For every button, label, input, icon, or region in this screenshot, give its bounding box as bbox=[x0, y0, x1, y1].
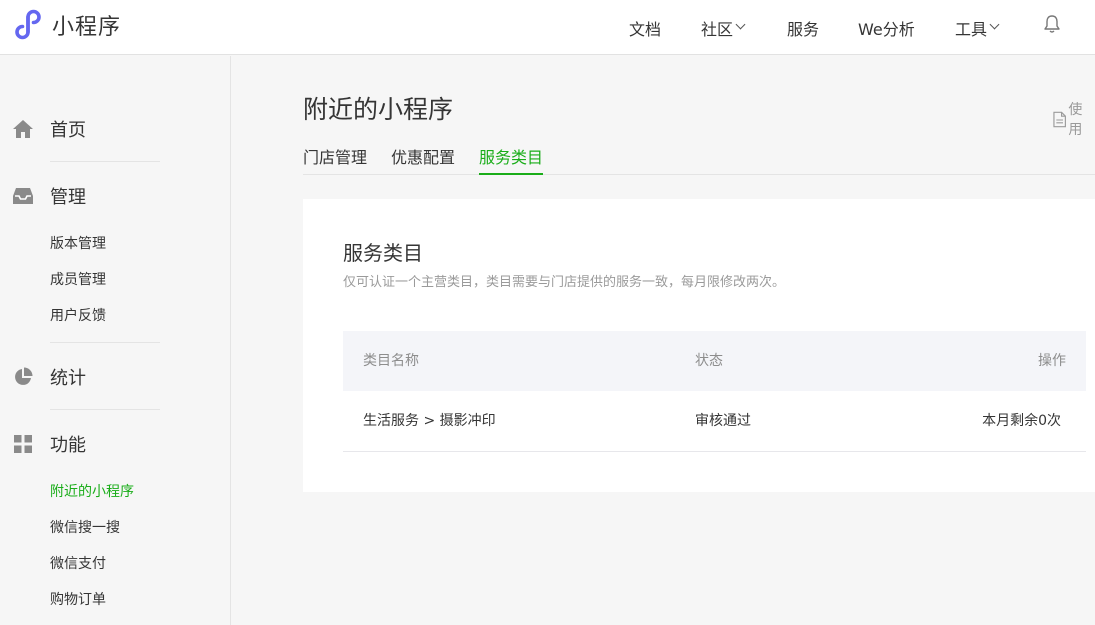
divider bbox=[50, 409, 160, 410]
document-icon bbox=[1053, 111, 1066, 127]
usage-doc-link[interactable]: 使用 bbox=[1053, 99, 1095, 139]
sidebar-item-stats[interactable]: 统计 bbox=[0, 362, 86, 392]
sidebar-subitem-members[interactable]: 成员管理 bbox=[50, 270, 106, 290]
grid-icon bbox=[12, 433, 34, 455]
sidebar-subitem-feedback[interactable]: 用户反馈 bbox=[50, 306, 106, 326]
inbox-icon bbox=[12, 185, 34, 207]
divider bbox=[50, 342, 160, 343]
nav-we-analytics-label: We分析 bbox=[858, 19, 915, 39]
service-category-panel: 服务类目 仅可认证一个主营类目，类目需要与门店提供的服务一致，每月限修改两次。 … bbox=[303, 199, 1095, 492]
column-header-category: 类目名称 bbox=[363, 353, 419, 369]
nav-services-label: 服务 bbox=[787, 19, 820, 39]
section-description: 仅可认证一个主营类目，类目需要与门店提供的服务一致，每月限修改两次。 bbox=[343, 275, 786, 290]
sidebar-subitem-nearby-miniprogram[interactable]: 附近的小程序 bbox=[50, 482, 134, 502]
section-title: 服务类目 bbox=[343, 241, 423, 265]
usage-doc-label: 使用 bbox=[1068, 102, 1083, 138]
divider bbox=[50, 161, 160, 162]
cell-action: 本月剩余0次 bbox=[982, 413, 1061, 429]
tab-service-category[interactable]: 服务类目 bbox=[479, 144, 544, 175]
bell-icon[interactable] bbox=[1043, 14, 1061, 34]
chevron-down-icon bbox=[735, 19, 746, 30]
sidebar-item-home[interactable]: 首页 bbox=[0, 114, 86, 144]
top-header: 小程序 文档 社区 服务 We分析 工具 bbox=[0, 0, 1095, 55]
sidebar-subitem-version[interactable]: 版本管理 bbox=[50, 234, 106, 254]
sidebar-item-label: 统计 bbox=[50, 368, 86, 389]
tab-store-management[interactable]: 门店管理 bbox=[303, 144, 367, 175]
nav-community[interactable]: 社区 bbox=[701, 0, 746, 55]
sidebar-subitem-wechat-pay[interactable]: 微信支付 bbox=[50, 554, 106, 574]
nav-docs[interactable]: 文档 bbox=[629, 0, 661, 55]
nav-docs-label: 文档 bbox=[629, 19, 662, 39]
logo[interactable]: 小程序 bbox=[12, 8, 121, 42]
logo-text: 小程序 bbox=[52, 15, 122, 40]
sidebar: 首页 管理 版本管理 成员管理 用户反馈 统计 功能 附近的小程序 微信搜一搜 bbox=[0, 56, 231, 625]
table-row: 生活服务 > 摄影冲印 审核通过 本月剩余0次 bbox=[343, 391, 1086, 452]
page-title: 附近的小程序 bbox=[303, 95, 454, 124]
nav-tools[interactable]: 工具 bbox=[955, 0, 1000, 55]
nav-we-analytics[interactable]: We分析 bbox=[858, 0, 915, 55]
cell-category: 生活服务 > 摄影冲印 bbox=[363, 413, 496, 429]
sidebar-item-label: 功能 bbox=[50, 435, 86, 456]
sidebar-item-features[interactable]: 功能 bbox=[0, 429, 86, 459]
miniprogram-logo-icon bbox=[15, 9, 41, 40]
column-header-action: 操作 bbox=[1038, 353, 1066, 369]
sidebar-item-label: 首页 bbox=[50, 120, 86, 141]
sidebar-item-manage[interactable]: 管理 bbox=[0, 181, 86, 211]
chevron-down-icon bbox=[989, 19, 1000, 30]
nav-services[interactable]: 服务 bbox=[787, 0, 819, 55]
sidebar-item-label: 管理 bbox=[50, 187, 86, 208]
column-header-status: 状态 bbox=[695, 353, 723, 369]
nav-tools-label: 工具 bbox=[955, 19, 988, 39]
pie-chart-icon bbox=[12, 366, 34, 388]
sidebar-subitem-shopping-orders[interactable]: 购物订单 bbox=[50, 590, 106, 610]
tab-discount-config[interactable]: 优惠配置 bbox=[391, 144, 455, 175]
sidebar-subitem-wechat-search[interactable]: 微信搜一搜 bbox=[50, 518, 120, 538]
nav-community-label: 社区 bbox=[701, 19, 734, 39]
table-header: 类目名称 状态 操作 bbox=[343, 331, 1086, 391]
cell-status: 审核通过 bbox=[695, 413, 751, 429]
home-icon bbox=[12, 118, 34, 140]
category-table: 类目名称 状态 操作 生活服务 > 摄影冲印 审核通过 本月剩余0次 bbox=[343, 331, 1086, 452]
tab-bar: 门店管理 优惠配置 服务类目 bbox=[303, 144, 1095, 175]
